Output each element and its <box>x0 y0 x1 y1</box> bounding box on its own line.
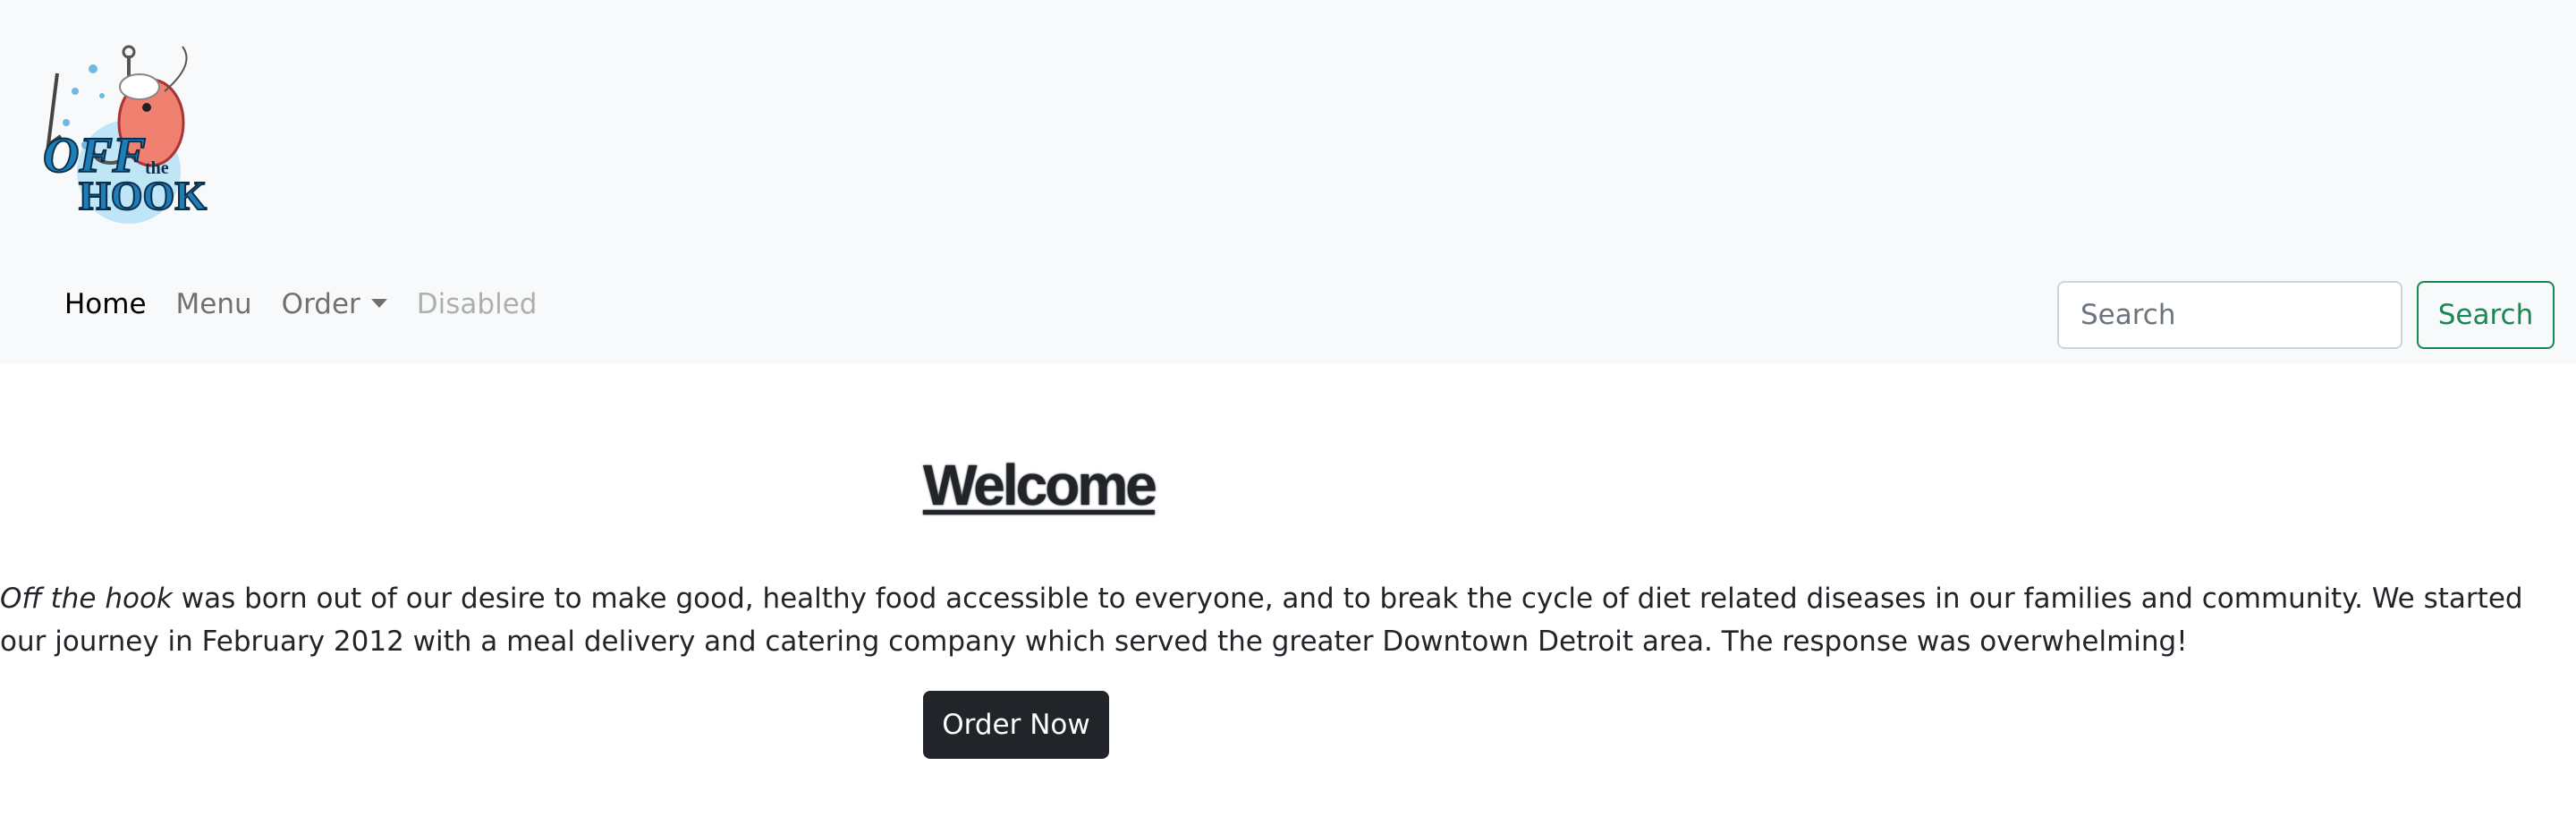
nav-menu[interactable]: Menu <box>176 288 252 320</box>
brand-logo[interactable]: OFF the HOOK <box>39 38 227 226</box>
nav-links: Home Menu Order Disabled <box>64 288 566 320</box>
chevron-down-icon <box>370 299 387 308</box>
nav-order-label: Order <box>281 288 360 320</box>
shrimp-logo-icon: OFF the HOOK <box>42 45 208 224</box>
logo-text-hook: HOOK <box>79 173 207 218</box>
nav-disabled: Disabled <box>416 288 538 320</box>
order-now-button[interactable]: Order Now <box>923 691 1109 759</box>
search-button[interactable]: Search <box>2417 281 2555 349</box>
intro-brand-name: Off the hook <box>0 583 173 615</box>
nav-home[interactable]: Home <box>64 288 147 320</box>
intro-text: was born out of our desire to make good,… <box>0 583 2523 658</box>
intro-paragraph: Off the hook was born out of our desire … <box>0 577 2558 663</box>
nav-order-dropdown[interactable]: Order <box>282 288 387 320</box>
search-input[interactable] <box>2057 281 2402 349</box>
page-title: Welcome <box>923 453 1157 517</box>
navbar: OFF the HOOK Home Menu Order Disabled Se… <box>0 0 2576 363</box>
